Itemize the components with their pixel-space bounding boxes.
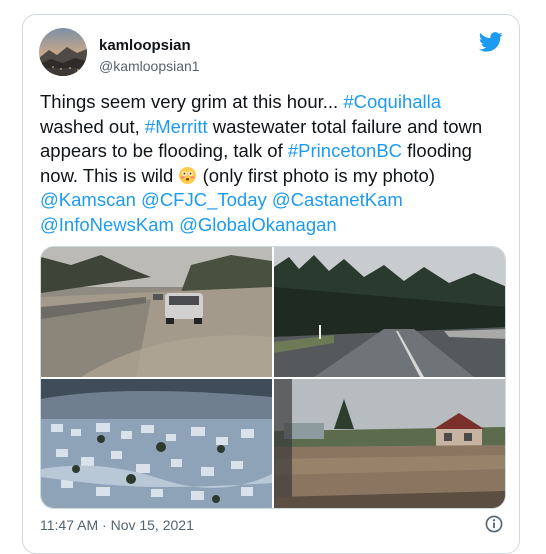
tweet-date: Nov 15, 2021 <box>110 517 194 533</box>
tweet-time: 11:47 AM <box>40 517 99 533</box>
meta-separator: · <box>102 517 107 533</box>
tweet-text-span: Things seem very grim at this hour... <box>40 91 344 112</box>
mention-link[interactable]: @InfoNewsKam <box>40 214 174 235</box>
tweet-text-span: (only first photo is my photo) <box>197 164 435 186</box>
mention-link[interactable]: @GlobalOkanagan <box>179 214 337 235</box>
photo-aerial-flooded-town[interactable] <box>41 379 272 508</box>
tweet-card[interactable]: kamloopsian @kamloopsian1 Things seem ve… <box>22 14 520 554</box>
tweet-text: Things seem very grim at this hour... #C… <box>40 90 500 237</box>
hashtag-link[interactable]: #PrincetonBC <box>288 140 402 161</box>
mention-link[interactable]: @CastanetKam <box>272 189 403 210</box>
photo-flooded-highway-car[interactable] <box>41 247 272 377</box>
hashtag-link[interactable]: #Merritt <box>145 116 208 137</box>
tweet-text-span: washed out, <box>40 115 145 137</box>
avatar[interactable] <box>39 28 87 76</box>
flushed-face-emoji <box>178 166 197 185</box>
timestamp[interactable]: 11:47 AM · Nov 15, 2021 <box>40 517 194 533</box>
user-handle[interactable]: @kamloopsian1 <box>99 57 200 75</box>
info-icon[interactable] <box>485 515 503 533</box>
display-name[interactable]: kamloopsian <box>99 37 200 55</box>
mention-link[interactable]: @CFJC_Today <box>141 189 267 210</box>
media-grid[interactable] <box>40 246 506 509</box>
hashtag-link[interactable]: #Coquihalla <box>343 91 441 112</box>
twitter-bird-icon[interactable] <box>478 32 503 52</box>
photo-flooded-houses[interactable] <box>274 379 505 508</box>
photo-washed-road-forest[interactable] <box>274 247 505 377</box>
mention-link[interactable]: @Kamscan <box>40 189 136 210</box>
